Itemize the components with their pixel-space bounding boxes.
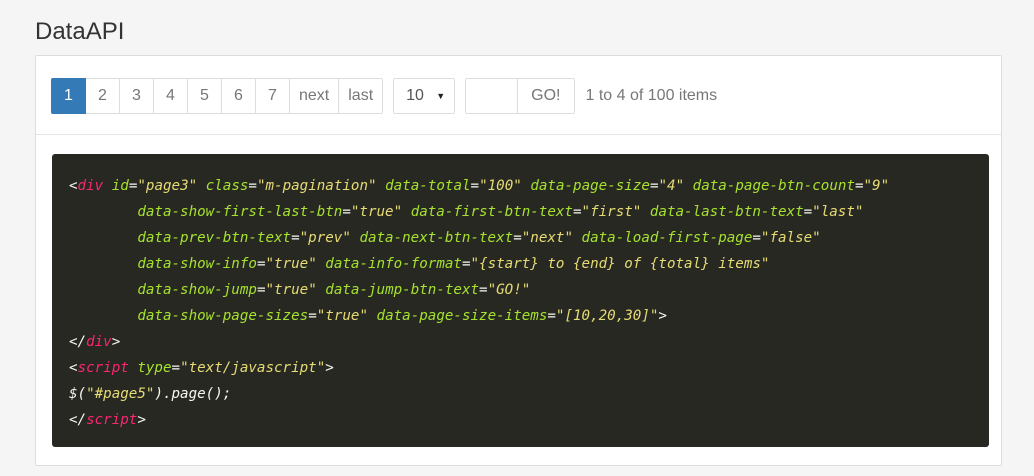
last-button[interactable]: last xyxy=(338,78,384,114)
page-size-value: 10 xyxy=(406,87,424,104)
go-button[interactable]: GO! xyxy=(518,78,575,114)
code-block: <div id="page3" class="m-pagination" dat… xyxy=(52,154,989,447)
page-button-4[interactable]: 4 xyxy=(153,78,188,114)
page-button-3[interactable]: 3 xyxy=(119,78,154,114)
page-button-5[interactable]: 5 xyxy=(187,78,222,114)
jump-group: GO! xyxy=(465,78,575,114)
pagination-toolbar: 1 2 3 4 5 6 7 next last 10 ▼ GO! 1 to 4 … xyxy=(51,78,717,114)
code-line-5: data-show-jump="true" data-jump-btn-text… xyxy=(137,282,531,298)
divider xyxy=(36,134,1001,135)
jump-page-input[interactable] xyxy=(465,78,519,114)
code-line-4: data-show-info="true" data-info-format="… xyxy=(137,256,770,272)
page-button-1[interactable]: 1 xyxy=(51,78,86,114)
code-line-9: $("#page5").page(); xyxy=(69,386,232,402)
page-button-6[interactable]: 6 xyxy=(221,78,256,114)
pagination-info: 1 to 4 of 100 items xyxy=(585,87,718,104)
code-line-10: </script> xyxy=(69,412,146,428)
page-button-2[interactable]: 2 xyxy=(85,78,120,114)
page-button-7[interactable]: 7 xyxy=(255,78,290,114)
code-line-6: data-show-page-sizes="true" data-page-si… xyxy=(137,308,667,324)
code-line-2: data-show-first-last-btn="true" data-fir… xyxy=(137,204,864,220)
caret-down-icon: ▼ xyxy=(436,91,446,101)
code-line-8: <script type="text/javascript"> xyxy=(69,360,334,376)
demo-panel: 1 2 3 4 5 6 7 next last 10 ▼ GO! 1 to 4 … xyxy=(35,55,1002,466)
pagination: 1 2 3 4 5 6 7 next last xyxy=(51,78,384,114)
page-title: DataAPI xyxy=(35,18,125,45)
next-button[interactable]: next xyxy=(289,78,340,114)
code-line-7: </div> xyxy=(69,334,121,350)
code-line-3: data-prev-btn-text="prev" data-next-btn-… xyxy=(137,230,821,246)
page-size-select[interactable]: 10 ▼ xyxy=(393,78,456,114)
code-line-1: <div id="page3" class="m-pagination" dat… xyxy=(69,178,890,194)
